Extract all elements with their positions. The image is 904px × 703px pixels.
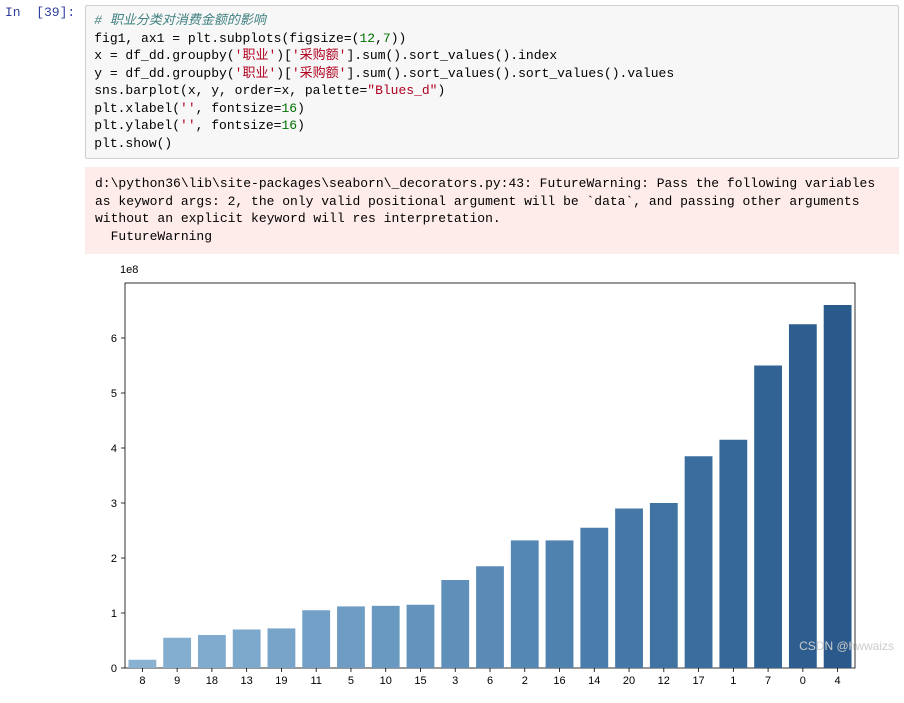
bar <box>789 324 817 668</box>
bar <box>580 527 608 667</box>
svg-text:9: 9 <box>174 675 180 687</box>
bar <box>615 508 643 668</box>
svg-text:4: 4 <box>111 443 117 455</box>
svg-text:1: 1 <box>111 608 117 620</box>
bar <box>268 628 296 668</box>
bar <box>685 456 713 668</box>
svg-text:1: 1 <box>730 675 736 687</box>
future-warning: d:\python36\lib\site-packages\seaborn\_d… <box>85 167 899 253</box>
svg-text:15: 15 <box>414 675 426 687</box>
bar-chart: 012345689181319115101536216142012171704 <box>85 278 865 698</box>
bar <box>476 566 504 668</box>
svg-text:0: 0 <box>111 663 117 675</box>
svg-text:12: 12 <box>658 675 670 687</box>
bar <box>824 305 852 668</box>
svg-text:4: 4 <box>835 675 841 687</box>
bar <box>719 439 747 667</box>
code-cell: In [39]: # 职业分类对消费金额的影响 fig1, ax1 = plt.… <box>5 5 899 159</box>
bar <box>233 629 261 668</box>
svg-text:18: 18 <box>206 675 218 687</box>
svg-text:3: 3 <box>111 498 117 510</box>
svg-text:2: 2 <box>111 553 117 565</box>
code-comment: # 职业分类对消费金额的影响 <box>94 13 266 28</box>
svg-text:3: 3 <box>452 675 458 687</box>
y-scale-label: 1e8 <box>120 264 865 276</box>
svg-text:13: 13 <box>241 675 253 687</box>
input-prompt: In [39]: <box>5 5 85 20</box>
svg-text:11: 11 <box>310 675 321 687</box>
svg-text:2: 2 <box>522 675 528 687</box>
code-input[interactable]: # 职业分类对消费金额的影响 fig1, ax1 = plt.subplots(… <box>85 5 899 159</box>
bar <box>754 365 782 668</box>
output-area: d:\python36\lib\site-packages\seaborn\_d… <box>85 167 899 253</box>
svg-text:20: 20 <box>623 675 635 687</box>
svg-text:7: 7 <box>765 675 771 687</box>
svg-text:5: 5 <box>348 675 354 687</box>
bar <box>198 635 226 668</box>
bar <box>372 605 400 667</box>
svg-text:16: 16 <box>553 675 565 687</box>
svg-text:14: 14 <box>588 675 600 687</box>
bar <box>546 540 574 668</box>
svg-text:19: 19 <box>275 675 287 687</box>
bar <box>441 580 469 668</box>
bar <box>337 606 365 668</box>
svg-text:0: 0 <box>800 675 806 687</box>
bar <box>650 503 678 668</box>
bar <box>511 540 539 668</box>
svg-text:5: 5 <box>111 388 117 400</box>
svg-text:6: 6 <box>111 333 117 345</box>
chart-container: 1e8 012345689181319115101536216142012171… <box>85 264 865 698</box>
svg-text:17: 17 <box>692 675 704 687</box>
bar <box>163 637 191 667</box>
svg-text:6: 6 <box>487 675 493 687</box>
svg-text:8: 8 <box>139 675 145 687</box>
watermark: CSDN @hwwaizs <box>799 639 894 653</box>
bar <box>302 610 330 668</box>
svg-text:10: 10 <box>380 675 392 687</box>
bar <box>407 604 435 667</box>
